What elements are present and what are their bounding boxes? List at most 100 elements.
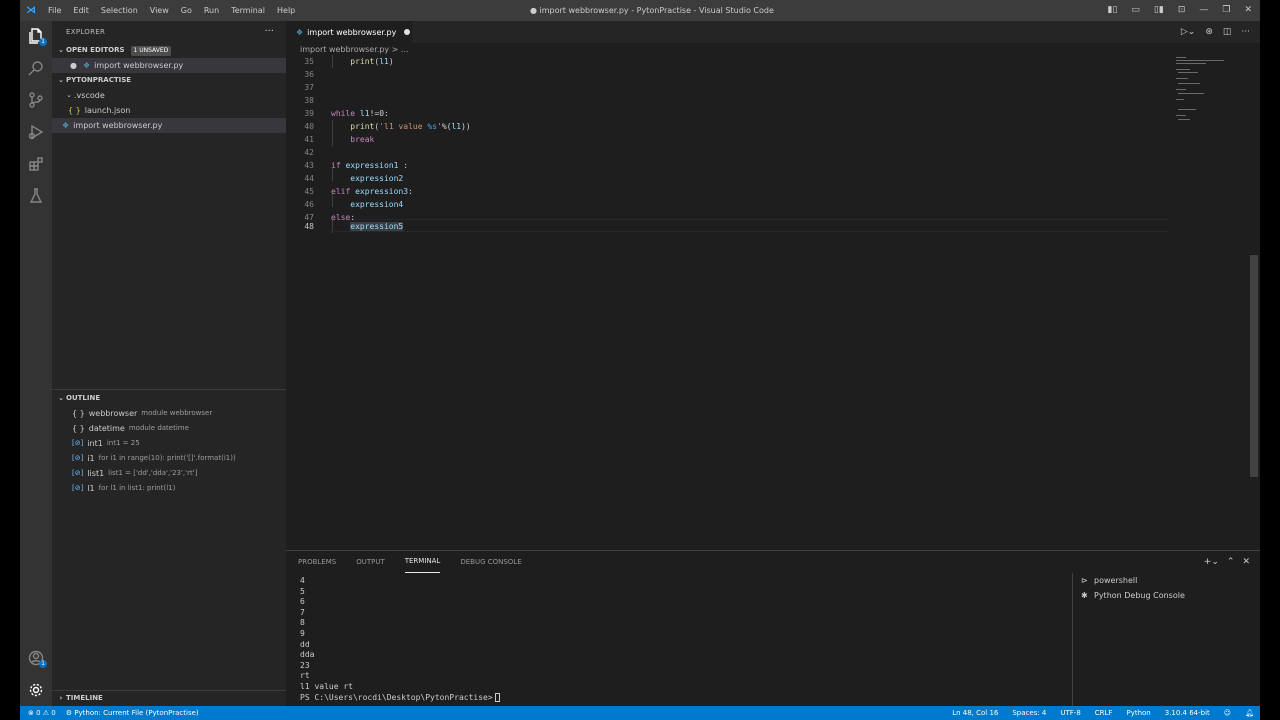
line-code: print(l1) (350, 57, 394, 66)
code-editor[interactable]: 35 print(l1) 36 37 38 39 while l1!=0: 40 … (286, 55, 1174, 550)
problems-status[interactable]: ⊗ 0 ⚠ 0 (28, 709, 56, 717)
open-editors-section[interactable]: ⌄ OPEN EDITORS 1 UNSAVED (52, 43, 286, 58)
close-icon[interactable]: ✕ (1244, 0, 1252, 21)
bell-icon[interactable]: 🔔︎ (1245, 709, 1254, 717)
line-number: 46 (304, 200, 314, 209)
run-debug-icon[interactable] (26, 122, 46, 142)
code-line: 42 (286, 146, 314, 159)
toggle-panel-icon[interactable]: ▭ (1131, 0, 1140, 21)
terminal-item-python-debug[interactable]: ✱ Python Debug Console (1073, 588, 1260, 603)
explorer-badge: 1 (39, 38, 47, 46)
line-number: 37 (304, 83, 314, 92)
cursor-position[interactable]: Ln 48, Col 16 (952, 709, 998, 717)
tab-import-webbrowser[interactable]: ❖ import webbrowser.py (286, 21, 412, 43)
menu-view[interactable]: View (144, 0, 175, 21)
minimize-icon[interactable]: — (1199, 0, 1208, 21)
gear-icon[interactable] (26, 680, 46, 700)
code-line: 41 break (286, 133, 374, 146)
tree-file-label: launch.json (84, 106, 131, 115)
menu-help[interactable]: Help (271, 0, 301, 21)
menu-terminal[interactable]: Terminal (225, 0, 271, 21)
tab-terminal[interactable]: TERMINAL (404, 551, 441, 573)
title-bar: ⋊ File Edit Selection View Go Run Termin… (20, 0, 1260, 21)
line-code: expression4 (350, 200, 404, 209)
vscode-logo-icon: ⋊ (26, 5, 36, 16)
unsaved-dot-icon[interactable]: ● (70, 58, 77, 73)
code-line: 43 if expression1 : (286, 159, 408, 172)
testing-icon[interactable] (26, 186, 46, 206)
outline-item[interactable]: [⊘] l1 for l1 in list1: print(l1) (52, 481, 286, 496)
outline-item[interactable]: [⊘] int1 int1 = 25 (52, 436, 286, 451)
outline-header[interactable]: ⌄ OUTLINE (52, 391, 286, 406)
run-config-status[interactable]: ⚙ Python: Current File (PytonPractise) (66, 709, 199, 717)
explorer-icon[interactable]: 1 (26, 26, 47, 46)
line-code: print('l1 value %s'%(l1)) (350, 122, 471, 131)
indentation[interactable]: Spaces: 4 (1012, 709, 1046, 717)
minimap-line (1176, 115, 1186, 116)
unsaved-dot-icon[interactable] (404, 29, 411, 35)
menu-file[interactable]: File (42, 0, 67, 21)
outline-item[interactable]: [⊘] list1 list1 = ['dd','dda','23','rt'] (52, 466, 286, 481)
more-actions-icon[interactable]: ··· (1241, 21, 1250, 43)
terminal-item-powershell[interactable]: ⊳ powershell (1073, 573, 1260, 588)
account-icon[interactable]: 1 (26, 648, 47, 668)
tab-output[interactable]: OUTPUT (356, 551, 385, 573)
new-terminal-icon[interactable]: +⌄ (1204, 551, 1219, 573)
variable-icon: [⊘] (72, 484, 84, 492)
tab-label: import webbrowser.py (307, 27, 397, 37)
outline-item[interactable]: [⊘] i1 for i1 in range(10): print('[]'.f… (52, 451, 286, 466)
editor-scrollbar[interactable] (1250, 255, 1258, 477)
activity-bar: 1 1 (20, 21, 52, 706)
timeline-section[interactable]: › TIMELINE (52, 690, 286, 706)
window-controls: ▮▯ ▭ ▯▮ ⊡ — ❐ ✕ (1108, 0, 1253, 21)
customize-layout-icon[interactable]: ⊡ (1178, 0, 1186, 21)
search-icon[interactable] (26, 58, 46, 78)
line-ending[interactable]: CRLF (1095, 709, 1113, 717)
menu-edit[interactable]: Edit (67, 0, 95, 21)
language-mode[interactable]: Python (1126, 709, 1150, 717)
code-line: 37 (286, 81, 314, 94)
layout-icon[interactable]: ▯▮ (1154, 0, 1164, 21)
code-line: 39 while l1!=0: (286, 107, 388, 120)
tree-file-import-webbrowser[interactable]: ❖ import webbrowser.py (52, 118, 286, 133)
terminal-line: dda (300, 650, 315, 660)
toggle-sidebar-icon[interactable]: ▮▯ (1108, 0, 1118, 21)
line-number: 44 (304, 174, 314, 183)
unsaved-badge: 1 UNSAVED (130, 45, 172, 56)
menu-run[interactable]: Run (198, 0, 225, 21)
compare-icon[interactable]: ⊛ (1205, 21, 1213, 43)
outline-item-detail: module webbrowser (141, 409, 213, 417)
terminal-line: 8 (300, 618, 305, 628)
outline-item-name: i1 (87, 454, 95, 463)
outline-item[interactable]: { } webbrowser module webbrowser (52, 406, 286, 421)
folder-section[interactable]: ⌄ PYTONPRACTISE (52, 73, 286, 88)
tree-folder-vscode[interactable]: ⌄ .vscode (52, 88, 286, 103)
feedback-icon[interactable]: ☺ (1224, 709, 1231, 717)
panel-tabs: PROBLEMS OUTPUT TERMINAL DEBUG CONSOLE (298, 551, 522, 573)
more-actions-icon[interactable]: ··· (264, 21, 274, 43)
split-editor-icon[interactable]: ◫ (1223, 21, 1232, 43)
outline-item-name: datetime (88, 424, 125, 433)
terminal-cursor (494, 692, 500, 702)
encoding[interactable]: UTF-8 (1060, 709, 1080, 717)
tab-debug-console[interactable]: DEBUG CONSOLE (460, 551, 521, 573)
maximize-panel-icon[interactable]: ⌃ (1227, 551, 1235, 573)
code-line: 45 elif expression3: (286, 185, 413, 198)
restore-icon[interactable]: ❐ (1222, 0, 1230, 21)
terminal-prompt-line[interactable]: PS C:\Users\rocdi\Desktop\PytonPractise> (300, 692, 1060, 704)
python-interpreter[interactable]: 3.10.4 64-bit (1165, 709, 1210, 717)
terminal-output[interactable]: 4 5 6 7 8 9 dd dda 23 rt l1 value rt PS … (300, 576, 1060, 703)
extensions-icon[interactable] (26, 154, 46, 174)
tree-file-launch-json[interactable]: { } launch.json (52, 103, 286, 118)
menu-selection[interactable]: Selection (95, 0, 144, 21)
tab-problems[interactable]: PROBLEMS (298, 551, 336, 573)
source-control-icon[interactable] (26, 90, 46, 110)
run-python-file-icon[interactable]: ▷⌄ (1181, 21, 1195, 43)
timeline-header[interactable]: › TIMELINE (52, 691, 286, 706)
json-file-icon: { } (68, 106, 81, 115)
menu-go[interactable]: Go (175, 0, 198, 21)
minimap[interactable] (1174, 55, 1250, 125)
close-panel-icon[interactable]: ✕ (1242, 551, 1250, 573)
outline-item[interactable]: { } datetime module datetime (52, 421, 286, 436)
open-editor-item[interactable]: ● ❖ import webbrowser.py (52, 58, 286, 73)
